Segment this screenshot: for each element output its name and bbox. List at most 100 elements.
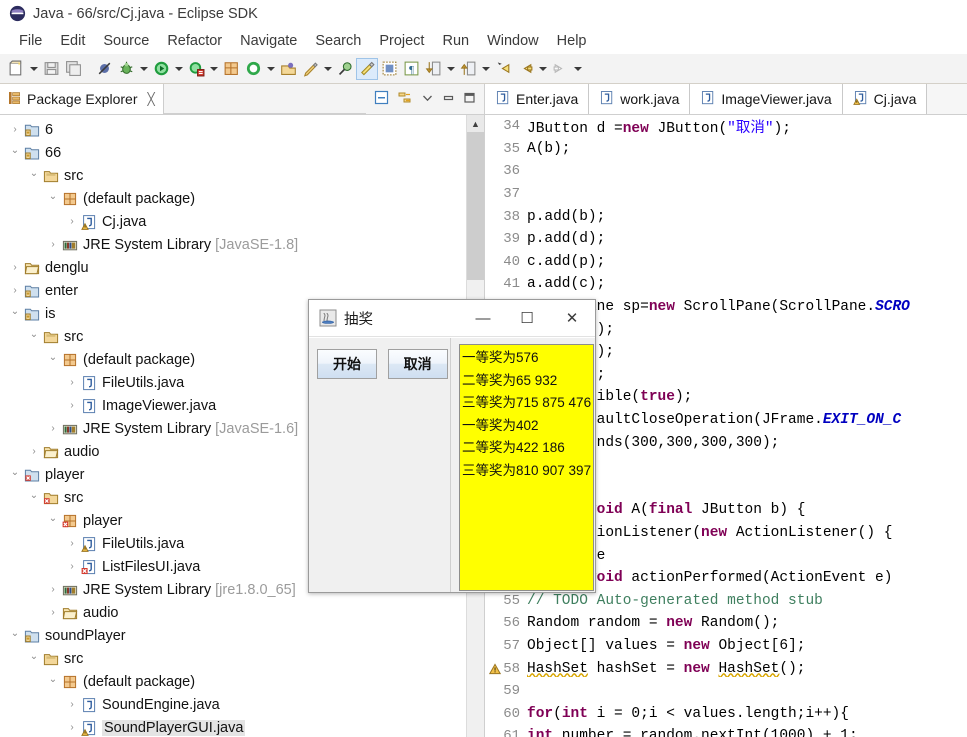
tree-item-src[interactable]: ⌄ src bbox=[0, 164, 466, 187]
menu-window[interactable]: Window bbox=[478, 32, 548, 50]
chevron-down-icon[interactable]: ⌄ bbox=[27, 329, 41, 340]
chevron-down-icon[interactable]: ⌄ bbox=[46, 191, 60, 202]
minimize-icon[interactable]: — bbox=[461, 309, 505, 327]
lottery-result-item[interactable]: 二等奖为65 932 bbox=[462, 370, 593, 393]
chevron-down-icon[interactable]: ⌄ bbox=[27, 168, 41, 179]
chevron-right-icon[interactable]: › bbox=[65, 722, 79, 733]
menu-search[interactable]: Search bbox=[306, 32, 370, 50]
editor-tab-cj-java[interactable]: Cj.java bbox=[842, 84, 928, 114]
external-tools-dropdown-icon[interactable] bbox=[264, 58, 277, 80]
external-tools-icon[interactable] bbox=[242, 58, 264, 80]
new-wizard-dropdown-icon[interactable] bbox=[27, 58, 40, 80]
chevron-right-icon[interactable]: › bbox=[65, 538, 79, 549]
menu-file[interactable]: File bbox=[10, 32, 51, 50]
coverage-dropdown-icon[interactable] bbox=[207, 58, 220, 80]
skip-breakpoints-icon[interactable] bbox=[93, 58, 115, 80]
code-line[interactable]: 57 Object[] values = new Object[6]; bbox=[485, 635, 967, 658]
chevron-right-icon[interactable]: › bbox=[65, 561, 79, 572]
show-whitespace-icon[interactable]: ¶ bbox=[400, 58, 422, 80]
editor-tab-work-java[interactable]: work.java bbox=[589, 84, 691, 114]
code-text[interactable]: int number = random.nextInt(1000) + 1; bbox=[527, 728, 967, 737]
tree-item-denglu[interactable]: › denglu bbox=[0, 256, 466, 279]
chevron-down-icon[interactable]: ⌄ bbox=[27, 490, 41, 501]
minimize-view-icon[interactable] bbox=[442, 91, 455, 107]
menu-run[interactable]: Run bbox=[433, 32, 478, 50]
tree-item-cj-java[interactable]: › Cj.java bbox=[0, 210, 466, 233]
code-line[interactable]: 34 JButton d =new JButton("取消"); bbox=[485, 115, 967, 138]
code-line[interactable]: 40 c.add(p); bbox=[485, 251, 967, 274]
last-edit-location-icon[interactable] bbox=[492, 58, 514, 80]
chevron-right-icon[interactable]: › bbox=[65, 400, 79, 411]
editor-tab-imageviewer-java[interactable]: ImageViewer.java bbox=[690, 84, 843, 114]
tree-item-soundplayergui-java[interactable]: › SoundPlayerGUI.java bbox=[0, 716, 466, 737]
collapse-all-icon[interactable] bbox=[374, 90, 389, 108]
open-type-icon[interactable] bbox=[277, 58, 299, 80]
chevron-right-icon[interactable]: › bbox=[46, 423, 60, 434]
previous-annotation-dropdown-icon[interactable] bbox=[479, 58, 492, 80]
toggle-block-selection-icon[interactable] bbox=[378, 58, 400, 80]
code-line[interactable]: 59 bbox=[485, 680, 967, 703]
code-line[interactable]: 56 Random random = new Random(); bbox=[485, 612, 967, 635]
code-text[interactable]: // TODO Auto-generated method stub bbox=[527, 593, 967, 609]
menu-navigate[interactable]: Navigate bbox=[231, 32, 306, 50]
save-icon[interactable] bbox=[40, 58, 62, 80]
tree-item-6[interactable]: › 6 bbox=[0, 118, 466, 141]
maximize-icon[interactable]: ☐ bbox=[505, 309, 549, 327]
chevron-right-icon[interactable]: › bbox=[65, 377, 79, 388]
new-class-dropdown-icon[interactable] bbox=[321, 58, 334, 80]
scroll-up-icon[interactable]: ▲ bbox=[467, 115, 484, 132]
code-text[interactable]: Object[] values = new Object[6]; bbox=[527, 638, 967, 654]
chevron-down-icon[interactable]: ⌄ bbox=[8, 145, 22, 156]
menu-project[interactable]: Project bbox=[370, 32, 433, 50]
chevron-right-icon[interactable]: › bbox=[46, 607, 60, 618]
next-annotation-dropdown-icon[interactable] bbox=[444, 58, 457, 80]
debug-icon[interactable] bbox=[115, 58, 137, 80]
tree-item-soundengine-java[interactable]: › SoundEngine.java bbox=[0, 693, 466, 716]
coverage-icon[interactable] bbox=[185, 58, 207, 80]
tree-item-default-package[interactable]: ⌄ (default package) bbox=[0, 670, 466, 693]
chevron-right-icon[interactable]: › bbox=[27, 446, 41, 457]
back-icon[interactable] bbox=[514, 58, 536, 80]
code-text[interactable]: p.add(d); bbox=[527, 231, 967, 247]
save-all-icon[interactable] bbox=[62, 58, 84, 80]
menu-refactor[interactable]: Refactor bbox=[158, 32, 231, 50]
lottery-result-item[interactable]: 一等奖为402 bbox=[462, 415, 593, 438]
new-java-class-icon[interactable] bbox=[299, 58, 321, 80]
code-text[interactable]: A(b); bbox=[527, 141, 967, 157]
back-dropdown-icon[interactable] bbox=[536, 58, 549, 80]
lottery-result-item[interactable]: 一等奖为576 bbox=[462, 347, 593, 370]
code-text[interactable]: Random random = new Random(); bbox=[527, 615, 967, 631]
code-text[interactable]: for(int i = 0;i < values.length;i++){ bbox=[527, 706, 967, 722]
search-icon[interactable] bbox=[334, 58, 356, 80]
code-text[interactable]: a.add(c); bbox=[527, 276, 967, 292]
chevron-right-icon[interactable]: › bbox=[65, 216, 79, 227]
next-annotation-icon[interactable] bbox=[422, 58, 444, 80]
previous-annotation-icon[interactable] bbox=[457, 58, 479, 80]
editor-tab-enter-java[interactable]: Enter.java bbox=[485, 84, 590, 114]
code-text[interactable]: p.add(b); bbox=[527, 209, 967, 225]
view-menu-icon[interactable] bbox=[421, 91, 434, 107]
code-line[interactable]: 41 a.add(c); bbox=[485, 273, 967, 296]
chevron-down-icon[interactable]: ⌄ bbox=[8, 306, 22, 317]
menu-edit[interactable]: Edit bbox=[51, 32, 94, 50]
chevron-down-icon[interactable]: ⌄ bbox=[46, 352, 60, 363]
run-dropdown-icon[interactable] bbox=[172, 58, 185, 80]
chevron-right-icon[interactable]: › bbox=[8, 262, 22, 273]
chevron-right-icon[interactable]: › bbox=[8, 285, 22, 296]
link-with-editor-icon[interactable] bbox=[397, 90, 413, 108]
toggle-mark-occurrences-icon[interactable] bbox=[356, 57, 378, 80]
chevron-down-icon[interactable]: ⌄ bbox=[8, 628, 22, 639]
chevron-down-icon[interactable]: ⌄ bbox=[46, 674, 60, 685]
cancel-button[interactable]: 取消 bbox=[387, 349, 448, 379]
tree-item-66[interactable]: ⌄ 66 bbox=[0, 141, 466, 164]
code-line[interactable]: 60 for(int i = 0;i < values.length;i++){ bbox=[485, 702, 967, 725]
tree-item-src[interactable]: ⌄ src bbox=[0, 647, 466, 670]
run-icon[interactable] bbox=[150, 58, 172, 80]
forward-dropdown-icon[interactable] bbox=[571, 58, 584, 80]
maximize-view-icon[interactable] bbox=[463, 91, 476, 107]
new-java-package-icon[interactable] bbox=[220, 58, 242, 80]
code-line[interactable]: 38 p.add(b); bbox=[485, 205, 967, 228]
lottery-dialog[interactable]: 抽奖 — ☐ ✕ 开始 取消 一等奖为576 二等奖为65 932 三等奖为715 … bbox=[308, 299, 596, 593]
forward-icon[interactable] bbox=[549, 58, 571, 80]
code-line[interactable]: 36 bbox=[485, 160, 967, 183]
